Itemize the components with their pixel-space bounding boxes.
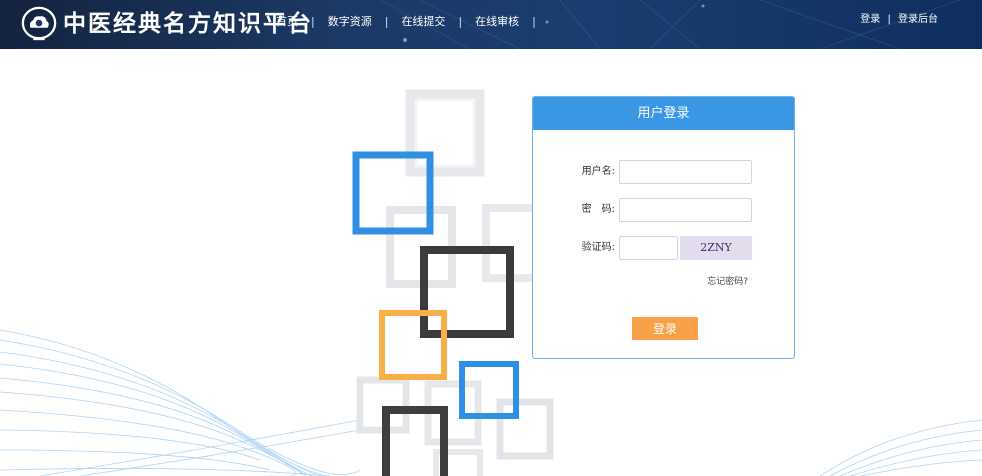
login-title: 用户登录 [533,97,794,130]
captcha-input[interactable] [619,236,678,260]
auth-links: 登录 | 登录后台 [860,0,938,40]
captcha-label: 验证码: [581,242,615,253]
login-panel: 用户登录 用户名: 密 码: 验证码: 2ZNY 忘记密码? 登录 [532,96,795,359]
wave-lines-right-decoration [819,419,982,476]
nav-separator: | [458,15,463,28]
login-button[interactable]: 登录 [632,317,698,340]
username-label: 用户名: [581,166,615,177]
admin-login-link[interactable]: 登录后台 [898,14,938,25]
nav-item-home[interactable]: 首页 [276,0,298,44]
login-link[interactable]: 登录 [860,14,880,25]
username-input[interactable] [619,160,752,184]
cloud-logo-icon[interactable] [20,5,58,43]
forgot-password-link[interactable]: 忘记密码? [707,274,748,287]
password-input[interactable] [619,198,752,222]
nav-separator: | [311,15,315,28]
nav-item-online-review[interactable]: 在线审核 [475,0,519,44]
nav-separator: | [384,15,389,28]
password-label: 密 码: [581,204,615,215]
captcha-row: 验证码: 2ZNY [533,236,796,260]
auth-separator: | [887,14,891,25]
captcha-image[interactable]: 2ZNY [680,236,752,260]
top-header: 中医经典名方知识平台 首页 | 数字资源 | 在线提交 | 在线审核 | 登录 … [0,0,982,49]
nav-item-digital-resources[interactable]: 数字资源 [328,0,372,44]
main-nav: 首页 | 数字资源 | 在线提交 | 在线审核 | [276,0,549,44]
nav-separator: | [532,15,536,28]
wave-lines-decoration [0,329,360,476]
nav-item-online-submit[interactable]: 在线提交 [401,0,445,44]
